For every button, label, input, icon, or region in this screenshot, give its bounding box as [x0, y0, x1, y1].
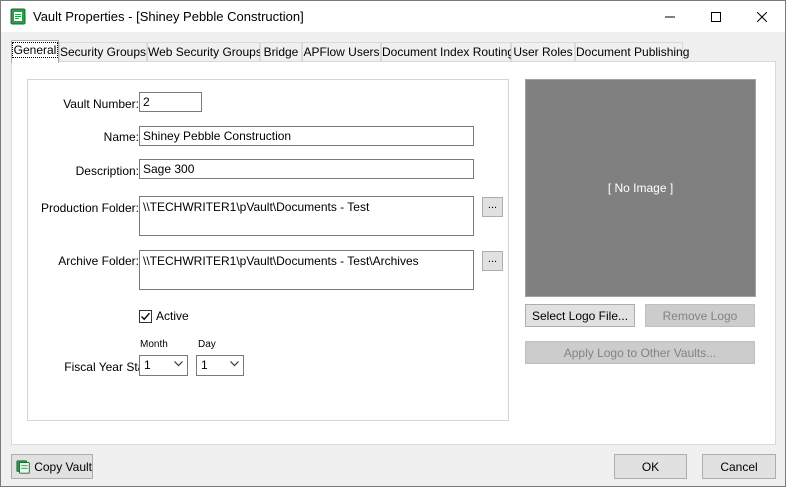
remove-logo-button[interactable]: Remove Logo [645, 304, 755, 327]
tab-document-index-routing[interactable]: Document Index Routing [381, 42, 514, 62]
tab-web-security-groups[interactable]: Web Security Groups [147, 42, 262, 62]
vault-app-icon [10, 8, 26, 25]
select-logo-file-button[interactable]: Select Logo File... [525, 304, 635, 327]
title-bar: Vault Properties - [Shiney Pebble Constr… [1, 1, 785, 32]
maximize-button[interactable] [693, 1, 739, 32]
description-label: Description: [75, 164, 139, 178]
archive-folder-field[interactable]: \\TECHWRITER1\pVault\Documents - Test\Ar… [139, 250, 474, 290]
active-label: Active [156, 309, 189, 323]
apply-logo-to-other-vaults-button[interactable]: Apply Logo to Other Vaults... [525, 341, 755, 364]
checkmark-icon [141, 312, 151, 321]
copy-vault-icon [16, 459, 30, 474]
fiscal-month-select[interactable]: 1 [139, 355, 188, 376]
fiscal-month-value: 1 [144, 358, 151, 372]
close-button[interactable] [739, 1, 785, 32]
cancel-button[interactable]: Cancel [702, 454, 776, 479]
close-icon [757, 11, 767, 22]
archive-folder-label: Archive Folder: [58, 254, 139, 268]
tab-document-publishing[interactable]: Document Publishing [575, 42, 689, 62]
month-label: Month [140, 339, 168, 350]
minimize-button[interactable] [647, 1, 693, 32]
fiscal-day-value: 1 [201, 358, 208, 372]
archive-folder-browse-button[interactable]: ... [482, 251, 503, 271]
tab-general[interactable]: General [11, 40, 59, 63]
minimize-icon [665, 16, 675, 17]
vault-number-field[interactable]: 2 [139, 92, 202, 112]
name-label: Name: [103, 130, 139, 144]
vault-details-group: Vault Number: 2 Name: Shiney Pebble Cons… [27, 79, 509, 421]
copy-vault-button[interactable]: Copy Vault [11, 454, 93, 479]
day-label: Day [198, 339, 216, 350]
logo-preview: [ No Image ] [525, 79, 756, 297]
general-tab-panel: Vault Number: 2 Name: Shiney Pebble Cons… [11, 61, 776, 445]
tab-user-roles[interactable]: User Roles [511, 42, 575, 62]
tab-apflow-users[interactable]: APFlow Users [302, 42, 381, 62]
fiscal-day-select[interactable]: 1 [196, 355, 244, 376]
ok-button[interactable]: OK [614, 454, 687, 479]
description-field[interactable]: Sage 300 [139, 159, 474, 179]
copy-vault-label: Copy Vault [34, 459, 92, 474]
window-title: Vault Properties - [Shiney Pebble Constr… [33, 9, 304, 24]
tab-bridge[interactable]: Bridge [260, 42, 302, 62]
active-checkbox[interactable] [139, 310, 152, 323]
production-folder-field[interactable]: \\TECHWRITER1\pVault\Documents - Test [139, 196, 474, 236]
vault-properties-window: Vault Properties - [Shiney Pebble Constr… [0, 0, 786, 487]
tab-security-groups[interactable]: Security Groups [59, 42, 147, 62]
production-folder-label: Production Folder: [40, 201, 139, 215]
vault-number-label: Vault Number: [63, 97, 139, 111]
name-field[interactable]: Shiney Pebble Construction [139, 126, 474, 146]
maximize-icon [711, 11, 721, 22]
chevron-down-icon [174, 361, 183, 367]
chevron-down-icon [230, 361, 239, 367]
production-folder-browse-button[interactable]: ... [482, 197, 503, 217]
no-image-text: [ No Image ] [607, 181, 674, 195]
